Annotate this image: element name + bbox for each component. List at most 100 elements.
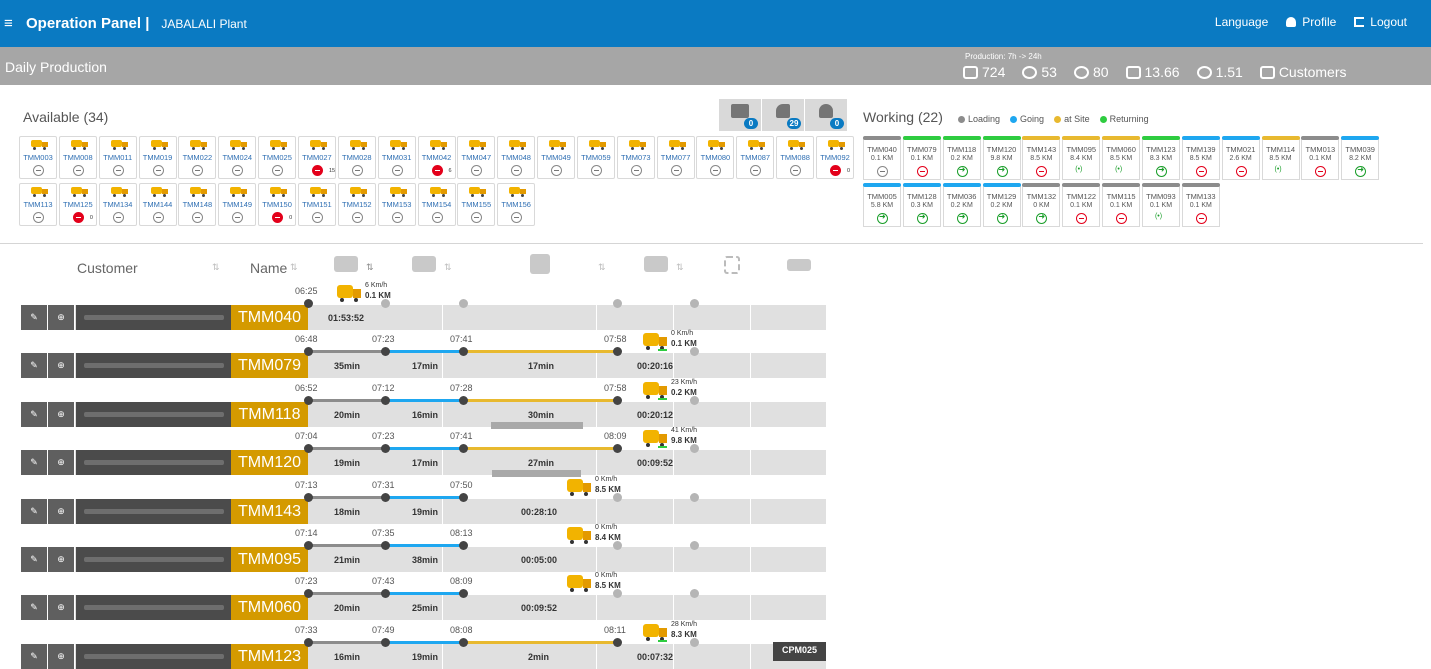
available-truck-tile[interactable]: TMM025 [258,136,297,179]
available-truck-tile[interactable]: TMM049 [537,136,576,179]
minus-circle-icon[interactable] [1195,213,1207,224]
language-link[interactable]: Language [1215,15,1268,29]
available-truck-tile[interactable]: TMM031 [377,136,416,179]
working-truck-tile[interactable]: TMM060 8.5 KM [1102,136,1141,180]
globe-button[interactable]: ⊕ [48,353,75,379]
minus-circle-icon[interactable] [112,212,124,223]
edit-button[interactable]: ✎ [21,401,48,427]
blocked-icon[interactable] [431,165,443,176]
sort-icon[interactable]: ⇅ [598,262,606,273]
minus-circle-icon[interactable] [33,165,44,176]
minus-circle-icon[interactable] [790,165,802,176]
available-truck-tile[interactable]: TMM156 [497,183,536,226]
available-truck-tile[interactable]: TMM080 [696,136,735,179]
available-truck-tile[interactable]: TMM155 [457,183,496,226]
arrow-right-icon[interactable] [956,165,968,177]
signal-icon[interactable] [1275,166,1287,177]
truck-name-cell[interactable]: TMM120 [231,450,308,476]
minus-circle-icon[interactable] [232,212,244,223]
minus-circle-icon[interactable] [1195,166,1207,177]
globe-button[interactable]: ⊕ [48,547,75,572]
available-truck-tile[interactable]: TMM073 [616,136,655,179]
sort-icon[interactable]: ⇅ [444,262,452,273]
edit-button[interactable]: ✎ [21,450,48,476]
sort-icon[interactable]: ⇅ [290,262,298,273]
globe-button[interactable]: ⊕ [48,450,75,476]
truck-name-cell[interactable]: TMM095 [231,547,308,572]
truck-name-cell[interactable]: TMM143 [231,498,308,524]
edit-button[interactable]: ✎ [21,595,48,621]
customers-button[interactable]: Customers [1259,64,1347,80]
minus-circle-icon[interactable] [471,212,483,223]
working-truck-tile[interactable]: TMM120 9.8 KM [982,136,1021,180]
working-truck-tile[interactable]: TMM040 0.1 KM [863,136,901,180]
drivers-button[interactable]: 0 [805,99,847,131]
edit-button[interactable]: ✎ [21,547,48,572]
truck-name-cell[interactable]: TMM040 [231,305,308,330]
minus-circle-icon[interactable] [1076,213,1088,224]
working-truck-tile[interactable]: TMM139 8.5 KM [1181,136,1220,180]
available-truck-tile[interactable]: TMM092 0 [816,136,854,179]
available-truck-tile[interactable]: TMM059 [576,136,615,179]
globe-button[interactable]: ⊕ [48,595,75,621]
minus-circle-icon[interactable] [311,212,323,223]
globe-button[interactable]: ⊕ [48,498,75,524]
minus-circle-icon[interactable] [232,165,244,176]
minus-circle-icon[interactable] [33,212,44,223]
minus-circle-icon[interactable] [916,166,928,177]
minus-circle-icon[interactable] [152,165,164,176]
signal-icon[interactable] [1075,166,1087,177]
minus-circle-icon[interactable] [511,165,523,176]
available-truck-tile[interactable]: TMM022 [178,136,217,179]
working-truck-tile[interactable]: TMM143 8.5 KM [1022,136,1061,180]
available-truck-tile[interactable]: TMM003 [19,136,57,179]
truck-name-cell[interactable]: TMM123 [231,643,308,669]
minus-circle-icon[interactable] [750,165,762,176]
minus-circle-icon[interactable] [391,165,403,176]
available-truck-tile[interactable]: TMM125 0 [58,183,97,226]
arrow-right-icon[interactable] [956,212,968,224]
working-truck-tile[interactable]: TMM013 0.1 KM [1301,136,1340,180]
available-truck-tile[interactable]: TMM144 [138,183,177,226]
working-truck-tile[interactable]: TMM079 0.1 KM [902,136,941,180]
minus-circle-icon[interactable] [272,165,284,176]
working-truck-tile[interactable]: TMM129 0.2 KM [982,183,1021,227]
arrow-right-icon[interactable] [1036,212,1048,224]
available-truck-tile[interactable]: TMM154 [417,183,456,226]
available-truck-tile[interactable]: TMM152 [337,183,376,226]
minus-circle-icon[interactable] [511,212,523,223]
minus-circle-icon[interactable] [112,165,124,176]
globe-button[interactable]: ⊕ [48,643,75,669]
minus-circle-icon[interactable] [1235,166,1247,177]
working-truck-tile[interactable]: TMM118 0.2 KM [942,136,981,180]
available-truck-tile[interactable]: TMM024 [218,136,257,179]
minus-circle-icon[interactable] [72,165,84,176]
available-truck-tile[interactable]: TMM047 [457,136,496,179]
available-truck-tile[interactable]: TMM088 [776,136,815,179]
minus-circle-icon[interactable] [590,165,602,176]
available-truck-tile[interactable]: TMM027 15 [297,136,336,179]
working-truck-tile[interactable]: TMM132 0 KM [1022,183,1061,227]
name-column-header[interactable]: Name [250,260,287,276]
working-truck-tile[interactable]: TMM095 8.4 KM [1062,136,1101,180]
minus-circle-icon[interactable] [192,165,204,176]
minus-circle-icon[interactable] [351,212,363,223]
minus-circle-icon[interactable] [351,165,363,176]
minus-circle-icon[interactable] [1036,166,1048,177]
minus-circle-icon[interactable] [431,212,443,223]
minus-circle-icon[interactable] [551,165,563,176]
available-truck-tile[interactable]: TMM008 [58,136,97,179]
available-truck-tile[interactable]: TMM113 [19,183,57,226]
working-truck-tile[interactable]: TMM039 8.2 KM [1341,136,1380,180]
sort-icon[interactable]: ⇅ [212,262,220,273]
working-truck-tile[interactable]: TMM123 8.3 KM [1141,136,1180,180]
maintenance-button[interactable]: 29 [762,99,804,131]
available-truck-tile[interactable]: TMM148 [178,183,217,226]
working-truck-tile[interactable]: TMM122 0.1 KM [1062,183,1101,227]
globe-button[interactable]: ⊕ [48,401,75,427]
working-truck-tile[interactable]: TMM133 0.1 KM [1181,183,1220,227]
working-truck-tile[interactable]: TMM114 8.5 KM [1261,136,1300,180]
available-truck-tile[interactable]: TMM042 6 [417,136,456,179]
minus-circle-icon[interactable] [630,165,642,176]
working-truck-tile[interactable]: TMM036 0.2 KM [942,183,981,227]
